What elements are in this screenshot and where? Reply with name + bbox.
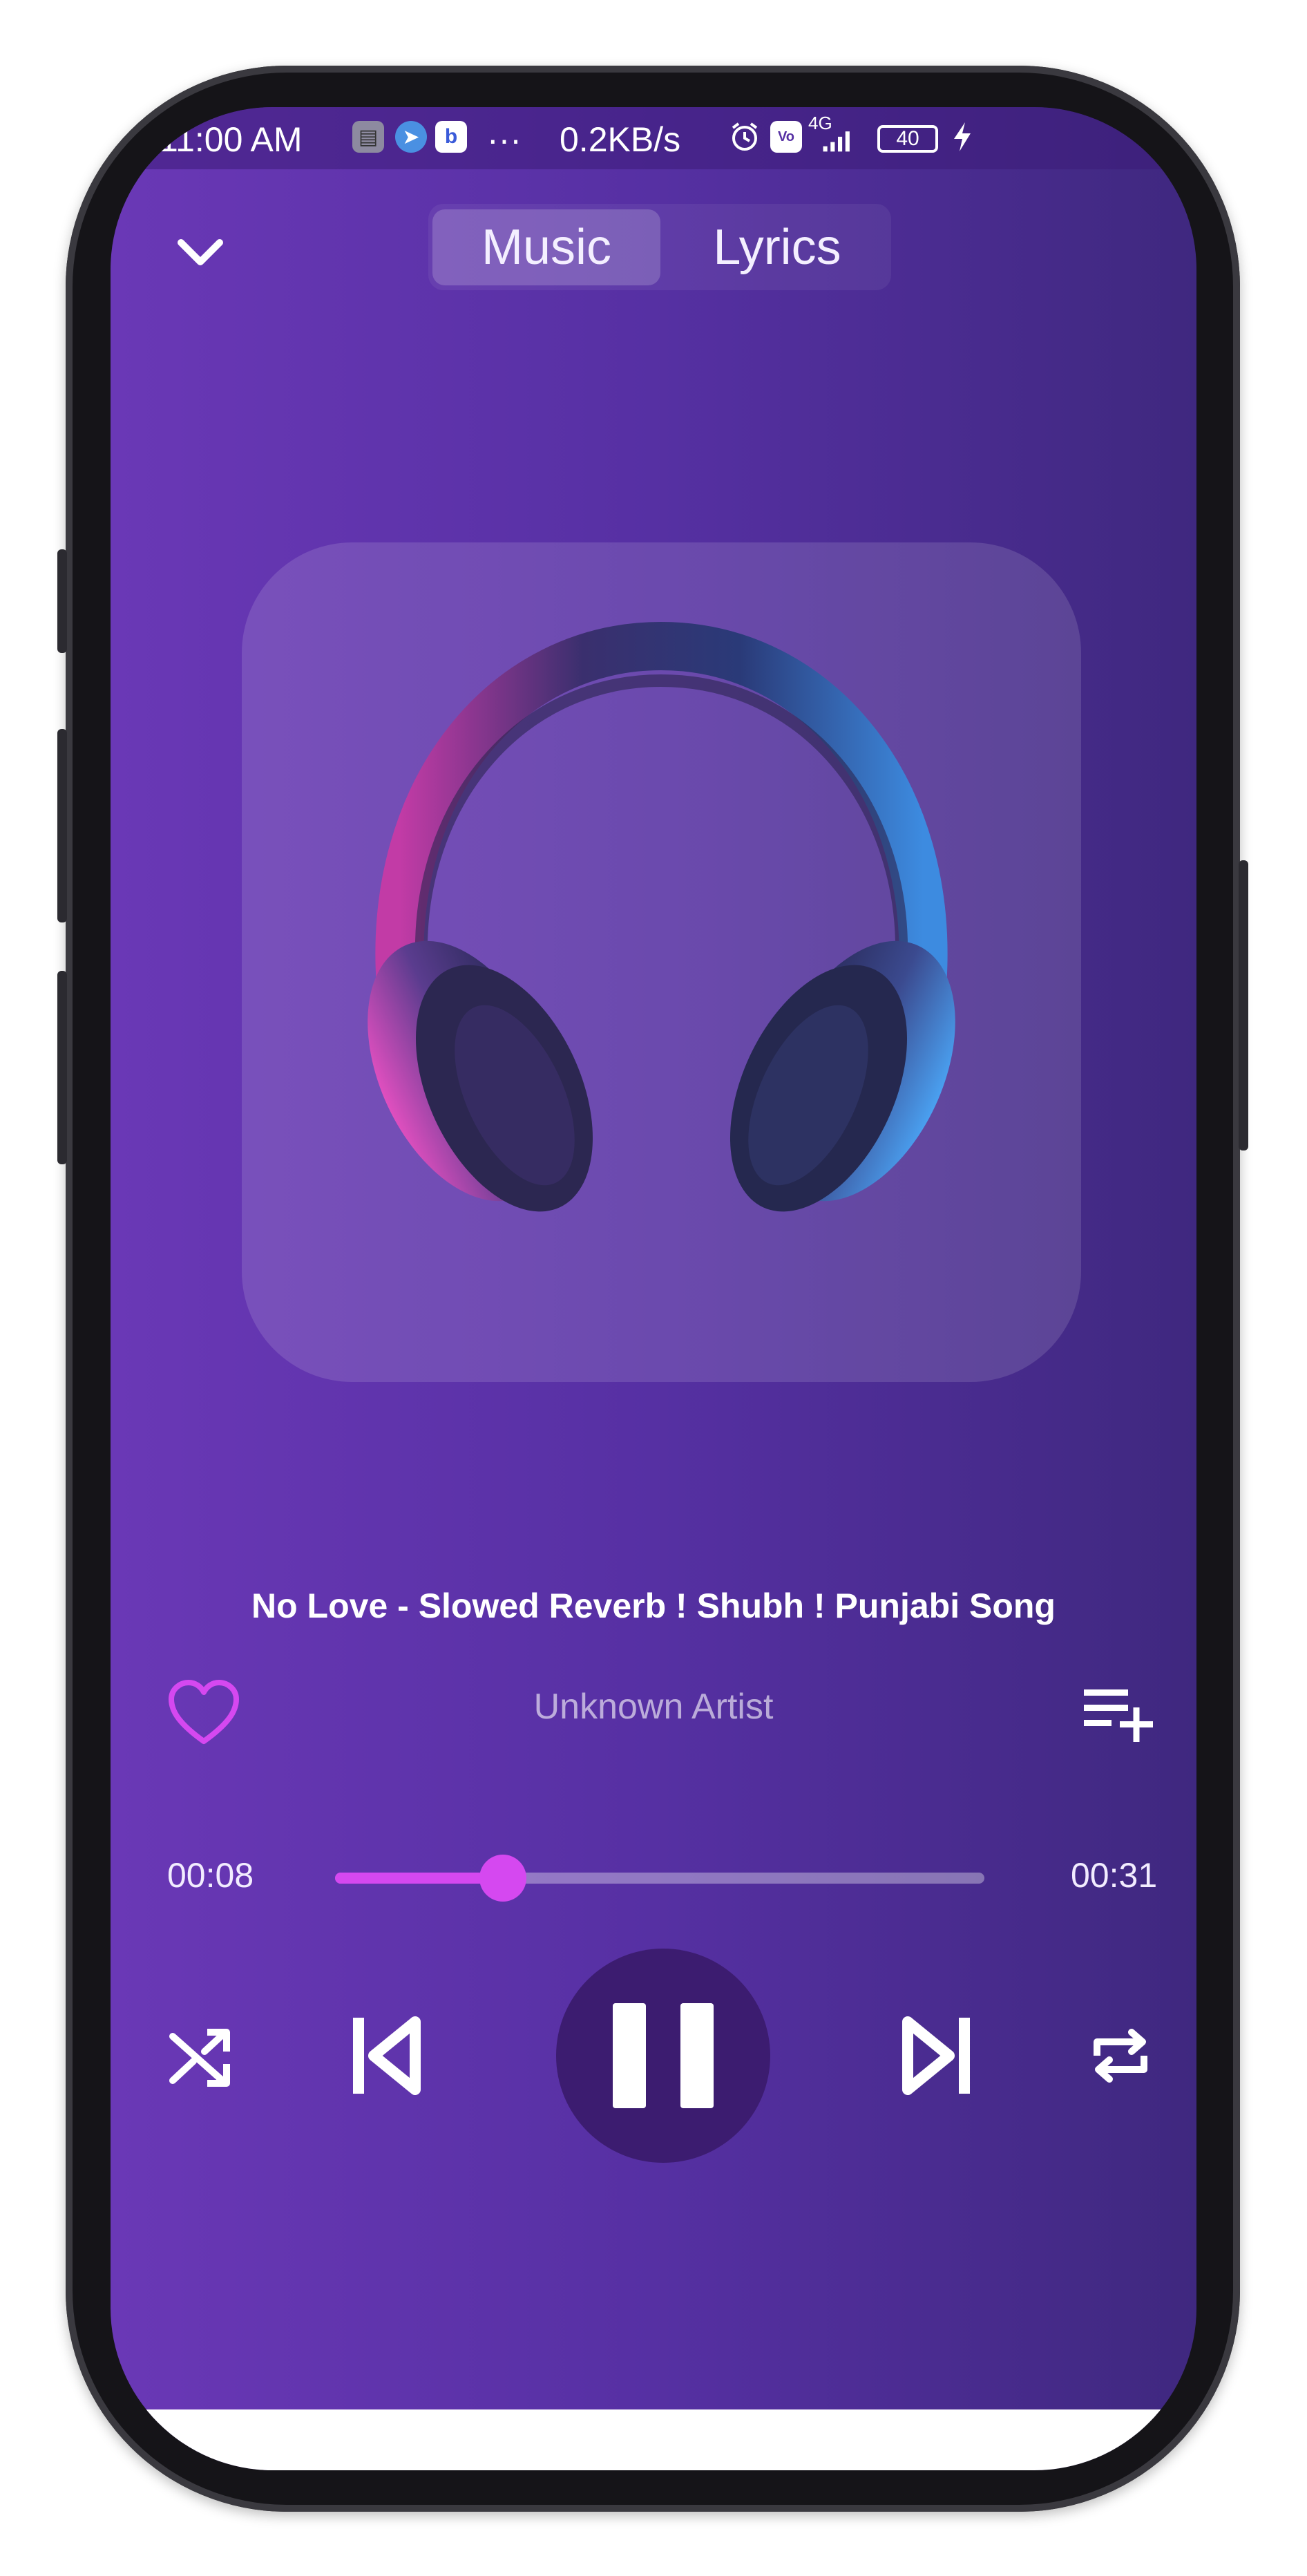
battery-level: 40 [896,127,919,150]
shuffle-icon[interactable] [166,2021,235,2090]
pause-icon [613,2003,646,2108]
playlist-add-icon[interactable] [1081,1683,1157,1752]
track-title: No Love - Slowed Reverb ! Shubh ! Punjab… [251,1587,1056,1625]
charging-icon [954,122,971,151]
status-bar: 11:00 AM ▤ ➤ b ··· 0.2KB/s Vo 4G 40 [111,107,1196,169]
tab-music[interactable]: Music [432,209,660,285]
chevron-down-icon[interactable] [173,225,228,280]
total-time: 00:31 [1071,1856,1158,1895]
battery-icon: 40 [877,125,938,153]
status-more: ··· [487,120,522,159]
telegram-icon: ➤ [395,121,427,153]
tab-lyrics[interactable]: Lyrics [663,204,891,290]
side-button [57,729,67,922]
network-speed: 0.2KB/s [560,120,681,159]
pause-icon [680,2003,714,2108]
side-button [57,971,67,1164]
side-button [1239,860,1248,1150]
app-screen: 11:00 AM ▤ ➤ b ··· 0.2KB/s Vo 4G 40 Musi… [111,107,1196,2470]
skip-next-icon[interactable] [898,2011,974,2101]
view-switcher: Music Lyrics [428,204,891,290]
screen-bottom-edge [111,2409,1196,2470]
side-button [57,549,67,653]
elapsed-time: 00:08 [167,1856,254,1895]
album-artwork [242,542,1081,1382]
track-artist: Unknown Artist [533,1687,774,1727]
pause-button[interactable] [556,1949,770,2163]
signal-icon [823,131,850,152]
status-time: 11:00 AM [159,120,303,159]
headphones-image [368,621,955,1212]
seek-thumb[interactable] [479,1855,526,1902]
alarm-icon [732,122,758,151]
app-b-icon: b [435,121,467,153]
seek-progress [335,1873,503,1884]
volte-icon: Vo [770,121,802,153]
seek-bar[interactable] [335,1855,984,1902]
notification-app-icon: ▤ [352,121,384,153]
skip-previous-icon[interactable] [349,2011,425,2101]
repeat-icon[interactable] [1086,2021,1155,2090]
